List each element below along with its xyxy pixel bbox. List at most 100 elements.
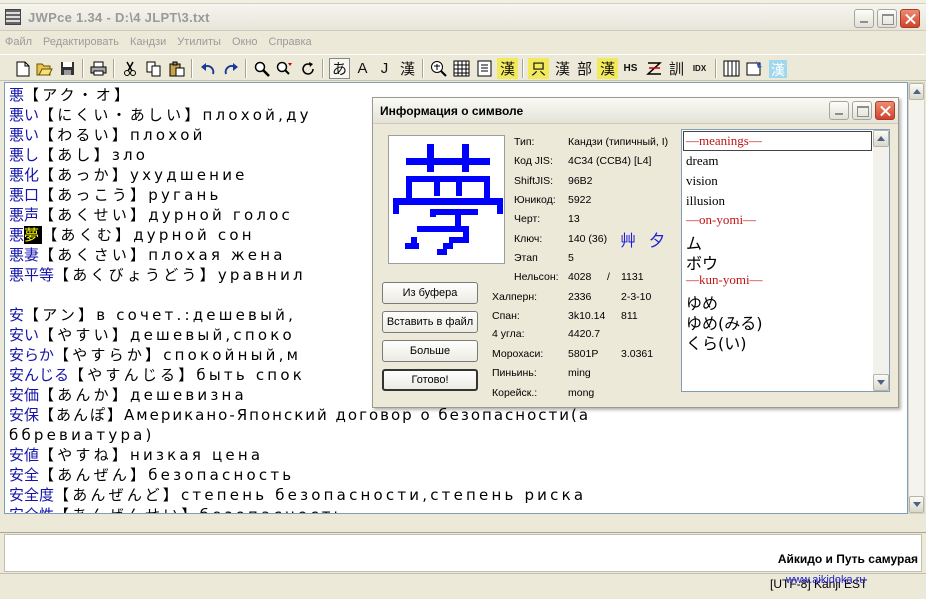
toolbar-separator bbox=[245, 59, 247, 78]
meanings-scroll-down[interactable] bbox=[873, 374, 889, 391]
kunyomi-header: —kun-yomi— bbox=[686, 272, 763, 287]
field-value: 4028 bbox=[568, 271, 592, 283]
mode-jascii-button[interactable]: J bbox=[374, 58, 395, 79]
editor-line: 悪い【わるい】плохой bbox=[9, 126, 206, 144]
field-label: Пиньинь: bbox=[492, 367, 537, 379]
mode-hiragana-button[interactable]: あ bbox=[329, 58, 350, 79]
close-button[interactable] bbox=[900, 9, 920, 28]
field-value: ming bbox=[568, 367, 591, 379]
index-lookup-button[interactable]: IDX bbox=[689, 58, 710, 79]
mode-ascii-button[interactable]: A bbox=[352, 58, 373, 79]
toolbar-separator bbox=[191, 59, 193, 78]
dialog-maximize-button[interactable] bbox=[852, 101, 872, 120]
kanji-search-button[interactable]: 漢 bbox=[552, 58, 573, 79]
field-value: 5922 bbox=[568, 194, 592, 206]
paste-icon[interactable] bbox=[166, 58, 187, 79]
field-value: 96B2 bbox=[568, 175, 593, 187]
done-button[interactable]: Готово! bbox=[382, 369, 478, 391]
field-value: 5 bbox=[568, 252, 574, 264]
from-clipboard-button[interactable]: Из буфера bbox=[382, 282, 478, 304]
kanji-list-icon[interactable] bbox=[474, 58, 495, 79]
radical-glyph[interactable]: 夕 bbox=[649, 227, 665, 251]
copy-icon[interactable] bbox=[143, 58, 164, 79]
onyomi-item: ボウ bbox=[686, 254, 719, 273]
field-value: 13 bbox=[568, 213, 580, 225]
stroke-count-icon[interactable] bbox=[644, 58, 665, 79]
editor-line: 安全性【あんぜんせい】безопасность bbox=[9, 505, 346, 513]
watermark-caption: Айкидо и Путь самурая bbox=[777, 552, 918, 566]
watermark-url: www.aikidoka.ru bbox=[786, 574, 866, 586]
save-icon[interactable] bbox=[57, 58, 78, 79]
field-label: Черт: bbox=[514, 213, 541, 225]
insert-to-file-button[interactable]: Вставить в файл bbox=[382, 311, 478, 333]
kanji-glyph-display bbox=[388, 135, 505, 264]
maximize-button[interactable] bbox=[877, 9, 897, 28]
open-folder-icon[interactable] bbox=[34, 58, 55, 79]
editor-line: 悪化【あっか】ухудшение bbox=[9, 166, 248, 184]
scroll-up-button[interactable] bbox=[909, 83, 924, 100]
radical-lookup-button[interactable]: 部 bbox=[574, 58, 595, 79]
columns-icon[interactable] bbox=[721, 58, 742, 79]
toolbar-separator bbox=[715, 59, 717, 78]
field-label: Тип: bbox=[514, 136, 535, 148]
menu-edit[interactable]: Редактировать bbox=[43, 36, 119, 48]
kanji-count-button[interactable]: 只 bbox=[528, 58, 549, 79]
menu-file[interactable]: Файл bbox=[5, 36, 32, 48]
find-next-icon[interactable] bbox=[297, 58, 318, 79]
undo-icon[interactable] bbox=[197, 58, 218, 79]
toolbar-separator bbox=[322, 59, 324, 78]
editor-line: 安保【あんぽ】Американо-Японский договор о безо… bbox=[9, 406, 591, 424]
field-value: 2-3-10 bbox=[621, 291, 652, 303]
menu-kanji[interactable]: Кандзи bbox=[130, 36, 166, 48]
cut-icon[interactable] bbox=[119, 58, 140, 79]
redo-icon[interactable] bbox=[220, 58, 241, 79]
toolbar-separator bbox=[113, 59, 115, 78]
kunyomi-item: くら(い) bbox=[686, 334, 747, 353]
editor-line: 安んじる【やすんじる】быть спок bbox=[9, 366, 305, 384]
scroll-down-button[interactable] bbox=[909, 496, 924, 513]
reading-lookup-button[interactable]: 訓 bbox=[666, 58, 687, 79]
more-button[interactable]: Больше bbox=[382, 340, 478, 362]
toolbar: あ A J 漢 漢 只 漢 部 漢 HS 訓 IDX 漢 bbox=[0, 54, 926, 81]
selected-kanji[interactable]: 夢 bbox=[24, 226, 43, 244]
meanings-scrollbar[interactable] bbox=[873, 130, 889, 391]
menu-help[interactable]: Справка bbox=[269, 36, 312, 48]
meaning-item: vision bbox=[686, 173, 718, 188]
meanings-scroll-up[interactable] bbox=[873, 130, 889, 147]
meanings-header: —meanings— bbox=[686, 133, 762, 148]
jwpce-window: JWPce 1.34 - D:\4 JLPT\3.txt Файл Редакт… bbox=[0, 0, 926, 599]
dialog-minimize-button[interactable] bbox=[829, 101, 849, 120]
dialog-title: Информация о символе bbox=[380, 104, 524, 118]
title-bar[interactable]: JWPce 1.34 - D:\4 JLPT\3.txt bbox=[0, 4, 926, 31]
menu-window[interactable]: Окно bbox=[232, 36, 258, 48]
kanji-grid-icon[interactable] bbox=[451, 58, 472, 79]
field-label: Халперн: bbox=[492, 291, 538, 303]
meaning-item: illusion bbox=[686, 193, 726, 208]
new-file-icon[interactable] bbox=[12, 58, 33, 79]
minimize-button[interactable] bbox=[854, 9, 874, 28]
kanji-lookup-button[interactable]: 漢 bbox=[597, 58, 618, 79]
editor-line: 悪妻【あくさい】плохая жена bbox=[9, 246, 286, 264]
field-label: Юникод: bbox=[514, 194, 556, 206]
replace-icon[interactable] bbox=[274, 58, 295, 79]
kanji-info-button[interactable]: 漢 bbox=[497, 58, 518, 79]
search-icon[interactable] bbox=[251, 58, 272, 79]
field-label: Корейск.: bbox=[492, 387, 538, 399]
field-label: Морохаси: bbox=[492, 348, 544, 360]
dialog-title-bar[interactable]: Информация о символе bbox=[373, 98, 898, 124]
dialog-close-button[interactable] bbox=[875, 101, 895, 120]
radical-glyph[interactable]: 艸 bbox=[620, 227, 636, 251]
field-label: Нельсон: bbox=[514, 271, 559, 283]
menu-utilities[interactable]: Утилиты bbox=[177, 36, 221, 48]
properties-icon[interactable] bbox=[744, 58, 765, 79]
toolbar-separator bbox=[522, 59, 524, 78]
character-info-dialog: Информация о символе Тип: Кандзи (типичн… bbox=[372, 97, 899, 408]
editor-scrollbar[interactable] bbox=[908, 82, 925, 514]
meanings-list[interactable]: —meanings— dream vision illusion —on-yom… bbox=[681, 129, 890, 392]
window-title: JWPce 1.34 - D:\4 JLPT\3.txt bbox=[28, 10, 210, 25]
dictionary-icon[interactable] bbox=[428, 58, 449, 79]
color-kanji-icon[interactable]: 漢 bbox=[767, 58, 788, 79]
print-icon[interactable] bbox=[88, 58, 109, 79]
mode-kanji-button[interactable]: 漢 bbox=[397, 58, 418, 79]
hs-lookup-button[interactable]: HS bbox=[620, 58, 641, 79]
